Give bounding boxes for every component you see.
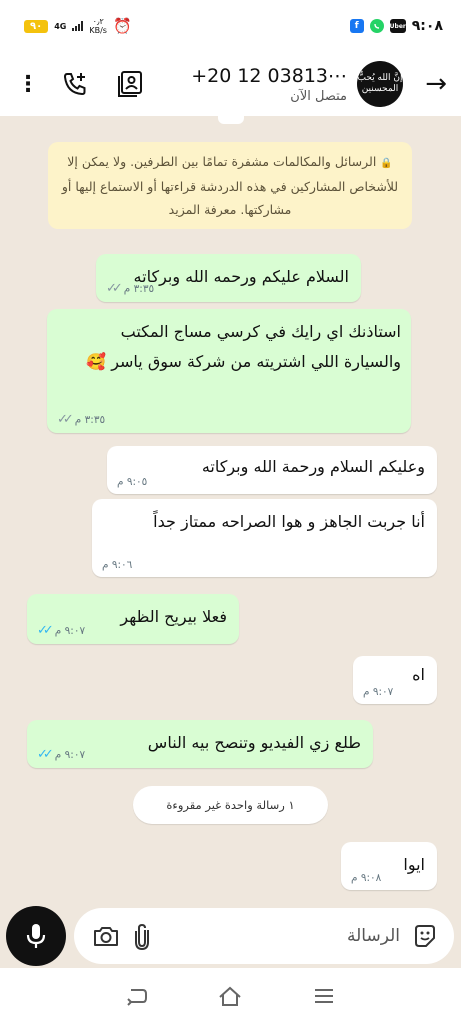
message-meta: ٩:٠٧ م xyxy=(363,686,393,698)
sticker-icon[interactable] xyxy=(410,921,440,951)
message-bubble-incoming[interactable]: ايوا ٩:٠٨ م xyxy=(341,842,437,890)
contact-card-icon[interactable] xyxy=(108,64,154,104)
clock: ٩:٠٨ xyxy=(411,18,443,34)
message-text: اه xyxy=(412,665,425,684)
contact-name: +20 12 03813⋯ xyxy=(191,64,347,87)
chat-header: ⋮ +20 12 03813⋯ متصل الآن إنَّ الله يُحب… xyxy=(0,52,461,116)
double-tick-icon: ✓✓ xyxy=(37,747,54,762)
add-call-icon[interactable] xyxy=(52,64,98,104)
back-arrow-icon[interactable]: → xyxy=(411,69,447,99)
status-bar: ٩٠ 4G ٠٫٢ KB/s ⏰ f Uber ٩:٠٨ xyxy=(0,0,461,52)
system-nav-bar xyxy=(0,968,461,1024)
message-bubble-incoming[interactable]: وعليكم السلام ورحمة الله وبركاته ٩:٠٥ م xyxy=(107,446,437,494)
message-time: ٩:٠٧ م xyxy=(363,686,394,698)
battery-indicator: ٩٠ xyxy=(24,19,49,33)
facebook-icon: f xyxy=(349,19,364,33)
mic-icon[interactable] xyxy=(6,906,66,966)
unread-messages-pill: ١ رسالة واحدة غير مقروءة xyxy=(133,786,328,824)
encryption-text: الرسائل والمكالمات مشفرة تمامًا بين الطر… xyxy=(61,154,399,217)
message-placeholder: الرسالة xyxy=(346,926,400,946)
message-meta: ✓✓ ٣:٣٥ م xyxy=(106,281,154,296)
uber-icon: Uber xyxy=(390,19,406,33)
signal-icon xyxy=(72,21,84,31)
message-bubble-outgoing[interactable]: السلام عليكم ورحمه الله وبركاته ✓✓ ٣:٣٥ … xyxy=(96,254,361,302)
message-time: ٩:٠٦ م xyxy=(102,559,133,571)
message-bubble-incoming[interactable]: أنا جربت الجاهز و هوا الصراحه ممتاز جداً… xyxy=(92,499,437,577)
scroll-indicator xyxy=(218,116,244,124)
message-text: وعليكم السلام ورحمة الله وبركاته xyxy=(201,457,425,476)
status-bar-right: f Uber ٩:٠٨ xyxy=(349,18,443,34)
lock-icon: 🔒 xyxy=(380,158,393,169)
message-text: استاذنك اي رايك في كرسي مساج المكتب والس… xyxy=(86,322,401,371)
message-bubble-outgoing[interactable]: استاذنك اي رايك في كرسي مساج المكتب والس… xyxy=(47,309,411,433)
menu-dots-icon[interactable]: ⋮ xyxy=(14,72,42,97)
message-meta: ٩:٠٨ م xyxy=(351,872,381,884)
message-meta: ✓✓ ٣:٣٥ م xyxy=(57,412,105,427)
message-text: أنا جربت الجاهز و هوا الصراحه ممتاز جداً xyxy=(153,512,425,531)
avatar-calligraphy: إنَّ الله يُحبُّ المحسنين xyxy=(357,73,403,94)
camera-icon[interactable] xyxy=(88,918,124,954)
network-speed: ٠٫٢ KB/s xyxy=(89,17,107,35)
message-time: ٩:٠٧ م xyxy=(54,748,86,761)
chat-area[interactable]: 🔒 الرسائل والمكالمات مشفرة تمامًا بين ال… xyxy=(0,116,461,908)
double-tick-icon: ✓✓ xyxy=(37,623,54,638)
attach-icon[interactable] xyxy=(124,918,160,954)
recents-nav-icon[interactable] xyxy=(309,981,339,1011)
message-meta: ٩:٠٥ م xyxy=(117,476,147,488)
status-bar-left: ٩٠ 4G ٠٫٢ KB/s ⏰ xyxy=(24,17,132,35)
avatar[interactable]: إنَّ الله يُحبُّ المحسنين xyxy=(357,61,403,107)
message-bubble-incoming[interactable]: اه ٩:٠٧ م xyxy=(353,656,437,704)
message-meta: ✓✓ ٩:٠٧ م xyxy=(37,747,85,762)
message-bubble-outgoing[interactable]: طلع زي الفيديو وتنصح بيه الناس ✓✓ ٩:٠٧ م xyxy=(27,720,373,768)
network-speed-value: ٠٫٢ xyxy=(92,17,104,26)
back-nav-icon[interactable] xyxy=(122,981,152,1011)
alarm-icon: ⏰ xyxy=(112,17,132,35)
network-speed-unit: KB/s xyxy=(89,26,107,35)
double-tick-icon: ✓✓ xyxy=(57,412,74,427)
whatsapp-icon xyxy=(369,19,384,33)
double-tick-icon: ✓✓ xyxy=(106,281,123,296)
composer: الرسالة xyxy=(0,906,461,968)
network-type: 4G xyxy=(54,21,67,31)
encryption-notice[interactable]: 🔒 الرسائل والمكالمات مشفرة تمامًا بين ال… xyxy=(48,142,412,229)
message-time: ٩:٠٥ م xyxy=(117,476,148,488)
contact-status: متصل الآن xyxy=(290,88,347,104)
message-time: ٩:٠٧ م xyxy=(54,624,86,637)
message-time: ٣:٣٥ م xyxy=(123,282,155,295)
message-time: ٣:٣٥ م xyxy=(74,413,106,426)
contact-info[interactable]: +20 12 03813⋯ متصل الآن xyxy=(154,65,357,104)
message-meta: ٩:٠٦ م xyxy=(102,559,132,571)
message-time: ٩:٠٨ م xyxy=(351,872,382,884)
message-input[interactable]: الرسالة xyxy=(74,908,454,964)
message-meta: ✓✓ ٩:٠٧ م xyxy=(37,623,85,638)
home-nav-icon[interactable] xyxy=(215,981,245,1011)
message-bubble-outgoing[interactable]: فعلا بيريح الظهر ✓✓ ٩:٠٧ م xyxy=(27,594,239,644)
